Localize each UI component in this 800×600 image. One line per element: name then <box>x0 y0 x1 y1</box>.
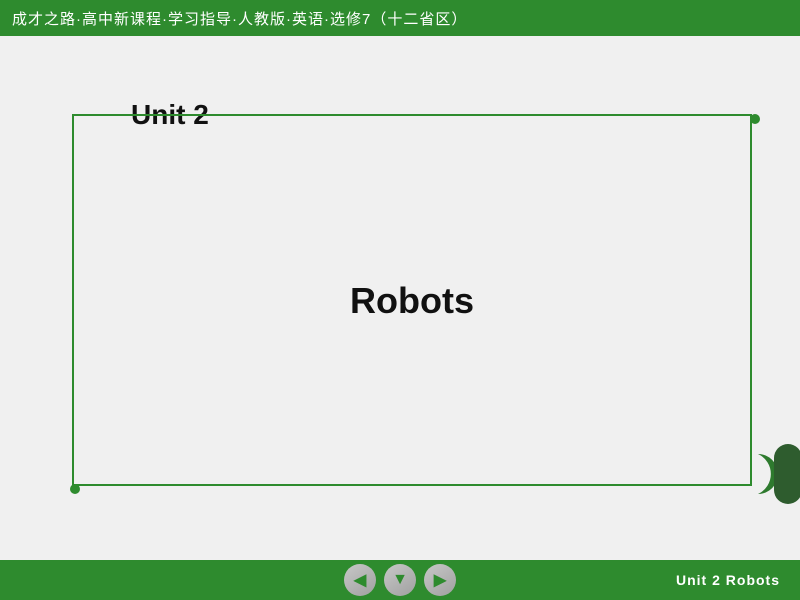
bottom-unit-label: Unit 2 <box>676 572 721 588</box>
home-button[interactable]: ▼ <box>384 564 416 596</box>
top-bar: 成才之路·高中新课程·学习指导·人教版·英语·选修7（十二省区） <box>0 0 800 36</box>
bottom-bar: ◀ ▼ ▶ Unit 2 Robots <box>0 560 800 600</box>
robots-label-container: Robots <box>72 116 752 486</box>
robots-title: Robots <box>350 280 474 322</box>
right-crescent-decoration <box>712 444 800 504</box>
bottom-unit-robots-label: Unit 2 Robots <box>676 572 780 588</box>
main-content: Unit 2 Robots <box>0 36 800 560</box>
navigation-buttons: ◀ ▼ ▶ <box>344 564 456 596</box>
bottom-robots-label: Robots <box>726 572 780 588</box>
header-title: 成才之路·高中新课程·学习指导·人教版·英语·选修7（十二省区） <box>12 8 467 29</box>
next-button[interactable]: ▶ <box>424 564 456 596</box>
prev-button[interactable]: ◀ <box>344 564 376 596</box>
